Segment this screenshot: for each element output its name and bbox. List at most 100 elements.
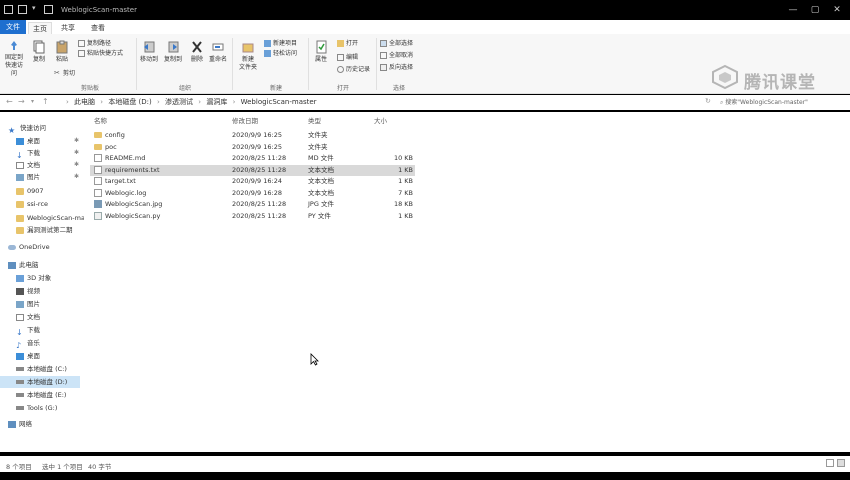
nav-disk-d[interactable]: 本地磁盘 (D:) — [0, 376, 80, 388]
nav-item-label: 图片 — [27, 173, 40, 181]
nav-pictures[interactable]: 图片 ✱ — [0, 171, 84, 183]
properties-button[interactable]: 属性 — [311, 40, 331, 64]
select-none-button[interactable]: 全部取消 — [380, 52, 413, 60]
file-row[interactable]: poc 2020/9/9 16:25 文件夹 — [90, 142, 415, 153]
column-header-size[interactable]: 大小 — [374, 115, 387, 125]
column-header-date[interactable]: 修改日期 — [232, 115, 258, 125]
up-button[interactable]: ↑ — [42, 97, 49, 106]
nav-disk-e[interactable]: 本地磁盘 (E:) — [0, 389, 84, 401]
checkbox-icon[interactable] — [18, 5, 27, 14]
group-open-label: 打开 — [336, 85, 349, 92]
file-row[interactable]: README.md 2020/8/25 11:28 MD 文件 10 KB — [90, 153, 415, 164]
crumb-pentest[interactable]: 渗透测试 — [165, 98, 193, 106]
pin-icon[interactable]: ✱ — [74, 171, 79, 183]
nav-item-label: 快速访问 — [20, 124, 46, 132]
nav-videos[interactable]: 视频 — [0, 285, 84, 297]
nav-music[interactable]: ♪ 音乐 — [0, 337, 84, 349]
file-row[interactable]: Weblogic.log 2020/9/9 16:28 文本文档 7 KB — [90, 188, 415, 199]
recent-dropdown-icon[interactable]: ▾ — [31, 98, 34, 105]
picture-icon — [16, 300, 24, 308]
open-button[interactable]: 打开 — [337, 40, 358, 48]
tab-view[interactable]: 查看 — [86, 22, 110, 34]
properties-icon — [316, 40, 327, 54]
file-row-selected[interactable]: requirements.txt 2020/8/25 11:28 文本文档 1 … — [90, 164, 415, 176]
paste-shortcut-button[interactable]: 粘贴快捷方式 — [78, 50, 123, 58]
large-icons-view-icon[interactable] — [837, 459, 845, 467]
maximize-button[interactable]: ▢ — [807, 4, 823, 16]
nav-downloads-pc[interactable]: ↓ 下载 — [0, 324, 84, 336]
nav-quick-access[interactable]: ★ 快速访问 — [0, 122, 84, 134]
column-header-type[interactable]: 类型 — [308, 115, 321, 125]
nav-folder-0907[interactable]: 0907 — [0, 185, 84, 197]
nav-downloads[interactable]: ↓ 下载 ✱ — [0, 147, 84, 159]
rename-button[interactable]: 重命名 — [207, 40, 229, 64]
pin-to-quick-access-button[interactable]: 固定到快速访问 — [3, 40, 25, 78]
nav-documents[interactable]: 文档 ✱ — [0, 159, 84, 171]
nav-folder-ssi-rce[interactable]: ssi-rce — [0, 198, 84, 210]
nav-folder-weblogicscan[interactable]: WeblogicScan-ma — [0, 212, 84, 224]
edit-button[interactable]: 编辑 — [337, 54, 358, 62]
nav-item-label: ssi-rce — [27, 200, 49, 208]
tab-home[interactable]: 主页 — [28, 22, 52, 34]
file-row[interactable]: WeblogicScan.jpg 2020/8/25 11:28 JPG 文件 … — [90, 199, 415, 210]
folder-icon[interactable] — [4, 5, 13, 14]
copy-path-button[interactable]: 复制路径 — [78, 40, 111, 48]
copy-button[interactable]: 复制 — [29, 40, 49, 64]
history-button[interactable]: 历史记录 — [337, 66, 370, 74]
file-name: poc — [105, 142, 117, 151]
nav-folder-pentest-2[interactable]: 漏洞测试第二期 — [0, 224, 84, 236]
delete-button[interactable]: 删除 — [187, 40, 207, 64]
file-row[interactable]: WeblogicScan.py 2020/8/25 11:28 PY 文件 1 … — [90, 211, 415, 222]
pin-icon[interactable]: ✱ — [74, 159, 79, 171]
close-button[interactable]: ✕ — [829, 4, 845, 16]
crumb-vuln-lib[interactable]: 漏洞库 — [206, 98, 227, 106]
folder-icon — [94, 143, 102, 150]
paste-shortcut-label: 粘贴快捷方式 — [87, 50, 124, 57]
computer-icon — [8, 261, 16, 269]
picture-icon — [16, 173, 24, 181]
invert-selection-button[interactable]: 反向选择 — [380, 64, 413, 72]
download-icon: ↓ — [16, 150, 23, 160]
nav-this-pc[interactable]: 此电脑 — [0, 259, 84, 271]
file-list: 名称 修改日期 类型 大小 config 2020/9/9 16:25 文件夹 … — [84, 112, 850, 452]
copy-to-button[interactable]: 复制到 — [162, 40, 184, 64]
nav-onedrive[interactable]: OneDrive — [0, 241, 84, 253]
search-box[interactable]: ⌕ 搜索"WeblogicScan-master" — [720, 97, 845, 108]
tab-file[interactable]: 文件 — [0, 20, 26, 34]
nav-desktop[interactable]: 桌面 ✱ — [0, 135, 84, 147]
nav-tools-g[interactable]: Tools (G:) — [0, 402, 84, 414]
nav-disk-c[interactable]: 本地磁盘 (C:) — [0, 363, 84, 375]
open-label: 打开 — [346, 40, 359, 47]
nav-documents-pc[interactable]: 文档 — [0, 311, 84, 323]
breadcrumb[interactable]: › 此电脑 › 本地磁盘 (D:) › 渗透测试 › 漏洞库 › Weblogi… — [66, 97, 716, 108]
select-all-button[interactable]: 全部选择 — [380, 40, 413, 48]
crumb-weblogicscan[interactable]: WeblogicScan-master — [241, 98, 317, 106]
forward-button[interactable]: → — [18, 97, 25, 106]
cut-button[interactable]: ✂ 剪切 — [54, 70, 75, 78]
pin-icon[interactable]: ✱ — [74, 135, 79, 147]
easy-access-button[interactable]: 轻松访问 — [264, 50, 297, 58]
nav-item-label: 本地磁盘 (E:) — [27, 391, 67, 399]
nav-3d-objects[interactable]: 3D 对象 — [0, 272, 84, 284]
details-view-icon[interactable] — [826, 459, 834, 467]
new-folder-button[interactable]: 新建 文件夹 — [234, 40, 262, 72]
quick-access-dropdown-icon[interactable]: ▾ — [32, 4, 41, 13]
move-to-button[interactable]: 移动到 — [138, 40, 160, 64]
pin-icon[interactable]: ✱ — [74, 147, 79, 159]
minimize-button[interactable]: — — [785, 4, 801, 16]
column-header-name[interactable]: 名称 — [94, 115, 107, 125]
ribbon-separator — [232, 38, 233, 90]
nav-pictures-pc[interactable]: 图片 — [0, 298, 84, 310]
nav-desktop-pc[interactable]: 桌面 — [0, 350, 84, 362]
crumb-disk-d[interactable]: 本地磁盘 (D:) — [108, 98, 151, 106]
file-row[interactable]: target.txt 2020/9/9 16:24 文本文档 1 KB — [90, 176, 415, 187]
crumb-this-pc[interactable]: 此电脑 — [74, 98, 95, 106]
file-row[interactable]: config 2020/9/9 16:25 文件夹 — [90, 130, 415, 141]
nav-item-label: 本地磁盘 (C:) — [27, 365, 67, 373]
new-item-button[interactable]: 新建项目 — [264, 40, 297, 48]
refresh-button[interactable]: ↻ — [705, 97, 711, 105]
back-button[interactable]: ← — [6, 97, 13, 106]
paste-button[interactable]: 粘贴 — [52, 40, 72, 64]
tab-share[interactable]: 共享 — [56, 22, 80, 34]
nav-network[interactable]: 网络 — [0, 418, 84, 430]
